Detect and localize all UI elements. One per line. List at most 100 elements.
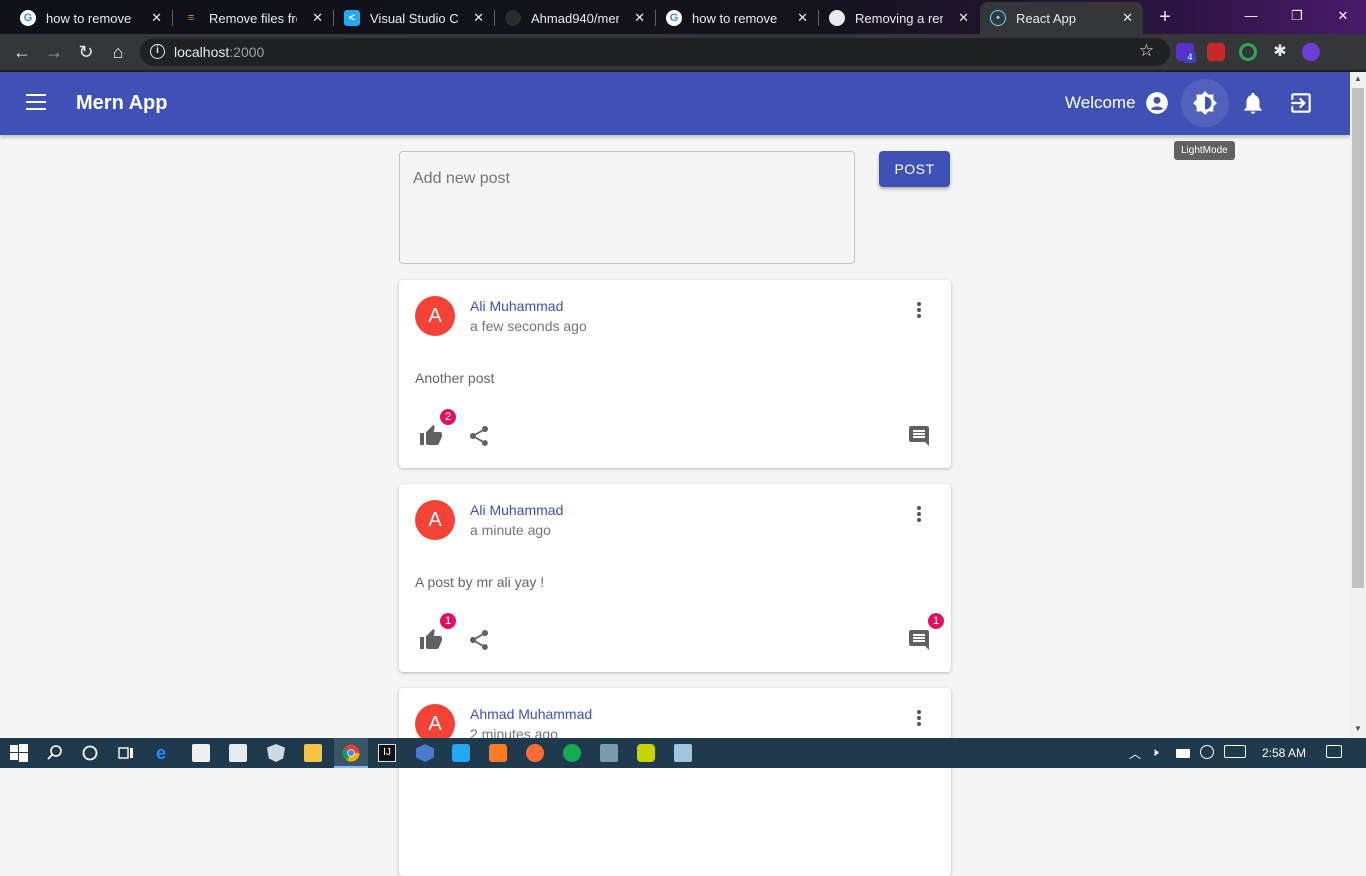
extension-icon[interactable] <box>1207 43 1225 61</box>
close-icon[interactable]: ✕ <box>634 10 645 26</box>
new-tab-button[interactable]: + <box>1154 6 1176 28</box>
tab-label: Remove files from <box>209 10 297 26</box>
react-icon: • <box>990 10 1006 26</box>
post-card: A Ali Muhammad a few seconds ago Another… <box>399 280 951 468</box>
browser-tab[interactable]: G how to remove or ✕ <box>656 2 818 34</box>
post-button[interactable]: POST <box>879 151 950 187</box>
url-bar[interactable]: i localhost:2000 ☆ <box>140 38 1170 66</box>
bookmark-star-icon[interactable]: ☆ <box>1139 41 1154 61</box>
google-icon: G <box>20 10 36 26</box>
browser-tab-active[interactable]: • React App ✕ <box>980 2 1143 34</box>
browser-tab[interactable]: ≡ Remove files from ✕ <box>173 2 333 34</box>
intellij-icon[interactable]: IJ <box>378 744 396 762</box>
store-icon[interactable] <box>192 744 210 762</box>
share-icon[interactable] <box>467 424 491 448</box>
post-author[interactable]: Ahmad Muhammad <box>470 706 592 722</box>
notification-center-icon[interactable] <box>1326 745 1342 758</box>
mongodb-compass-icon[interactable] <box>563 744 581 762</box>
post-author[interactable]: Ali Muhammad <box>470 502 563 518</box>
extension-icon[interactable] <box>1239 43 1257 61</box>
notepad-icon[interactable] <box>674 744 692 762</box>
like-count-badge: 1 <box>440 613 456 629</box>
postman-icon[interactable] <box>526 744 544 762</box>
windows-start-icon[interactable] <box>10 744 28 762</box>
logout-icon[interactable] <box>1288 90 1314 116</box>
forward-arrow-icon[interactable]: → <box>42 40 66 64</box>
xampp-icon[interactable] <box>489 744 507 762</box>
app-bar: Mern App Welcome <box>0 72 1350 135</box>
brightness-icon[interactable] <box>1192 90 1218 116</box>
browser-tab[interactable]: G how to remove col ✕ <box>10 2 172 34</box>
restore-button[interactable]: ❐ <box>1274 0 1320 32</box>
browser-tab[interactable]: Ahmad940/mern- ✕ <box>495 2 655 34</box>
more-vert-icon[interactable] <box>909 506 929 526</box>
scroll-down-arrow-icon[interactable]: ▼ <box>1353 724 1363 734</box>
avatar: A <box>415 500 455 540</box>
post-body: A post by mr ali yay ! <box>415 574 545 590</box>
close-icon[interactable]: ✕ <box>958 10 969 26</box>
close-icon[interactable]: ✕ <box>1122 10 1133 26</box>
scrollbar-thumb[interactable] <box>1352 88 1364 588</box>
info-icon[interactable]: i <box>150 44 165 59</box>
more-vert-icon[interactable] <box>909 302 929 322</box>
close-icon[interactable]: ✕ <box>312 10 323 26</box>
post-time: a few seconds ago <box>470 318 587 334</box>
share-icon[interactable] <box>467 628 491 652</box>
windows-taskbar: e IJ ︿ 🕨 2:58 AM <box>0 738 1366 768</box>
chevron-up-icon[interactable]: ︿ <box>1129 745 1141 762</box>
reload-icon[interactable]: ↻ <box>74 40 98 64</box>
new-post-placeholder: Add new post <box>413 170 510 187</box>
file-explorer-icon[interactable] <box>304 744 322 762</box>
keyboard-icon[interactable] <box>1224 745 1246 758</box>
taskbar-clock[interactable]: 2:58 AM <box>1262 746 1306 760</box>
minimize-button[interactable]: — <box>1228 0 1274 32</box>
chrome-icon[interactable] <box>342 744 360 762</box>
media-player-icon[interactable] <box>637 744 655 762</box>
task-view-icon[interactable] <box>117 744 135 762</box>
extension-icon[interactable]: 4 <box>1176 43 1196 63</box>
home-icon[interactable]: ⌂ <box>106 40 130 64</box>
url-text[interactable]: localhost:2000 <box>174 44 264 60</box>
close-icon[interactable]: ✕ <box>797 10 808 26</box>
edge-icon[interactable]: e <box>156 744 174 762</box>
google-icon: G <box>666 10 682 26</box>
vscode-icon: < <box>344 10 360 26</box>
post-body: Another post <box>415 370 495 386</box>
defender-icon[interactable] <box>267 744 285 762</box>
mail-icon[interactable] <box>229 744 247 762</box>
globe-network-icon[interactable] <box>1200 745 1214 759</box>
cortana-icon[interactable] <box>81 744 99 762</box>
profile-avatar[interactable] <box>1302 43 1320 61</box>
tab-label: Removing a remot <box>855 10 943 26</box>
battery-icon[interactable] <box>1176 749 1190 758</box>
comment-icon[interactable] <box>907 424 931 448</box>
puzzle-icon[interactable]: ✱ <box>1271 43 1289 61</box>
virtualbox-icon[interactable] <box>416 744 434 762</box>
new-post-textarea[interactable]: Add new post <box>399 151 855 264</box>
comment-icon[interactable] <box>907 628 931 652</box>
tab-label: how to remove or <box>692 10 780 26</box>
stackoverflow-icon: ≡ <box>187 12 195 24</box>
account-circle-icon[interactable] <box>1144 90 1170 116</box>
close-icon[interactable]: ✕ <box>151 10 162 26</box>
tab-label: how to remove col <box>46 10 134 26</box>
thumb-up-icon[interactable] <box>419 424 443 448</box>
menu-icon[interactable] <box>26 94 46 110</box>
vscode-taskbar-icon[interactable] <box>452 744 470 762</box>
back-arrow-icon[interactable]: ← <box>10 40 34 64</box>
post-card: A Ali Muhammad a minute ago A post by mr… <box>399 484 951 672</box>
thumb-up-icon[interactable] <box>419 628 443 652</box>
remote-desktop-icon[interactable] <box>600 744 618 762</box>
post-card: A Ahmad Muhammad 2 minutes ago <box>399 688 951 876</box>
post-author[interactable]: Ali Muhammad <box>470 298 563 314</box>
search-icon[interactable] <box>46 744 64 762</box>
more-vert-icon[interactable] <box>909 710 929 730</box>
volume-icon[interactable]: 🕨 <box>1151 745 1159 760</box>
close-icon[interactable]: ✕ <box>473 10 484 26</box>
browser-tab[interactable]: < Visual Studio Code ✕ <box>334 2 494 34</box>
close-window-button[interactable]: ✕ <box>1320 0 1366 32</box>
notifications-bell-icon[interactable] <box>1240 90 1266 116</box>
browser-tab[interactable]: Removing a remot ✕ <box>819 2 979 34</box>
scroll-up-arrow-icon[interactable]: ▲ <box>1353 74 1363 84</box>
extension-badge: 4 <box>1184 52 1196 63</box>
